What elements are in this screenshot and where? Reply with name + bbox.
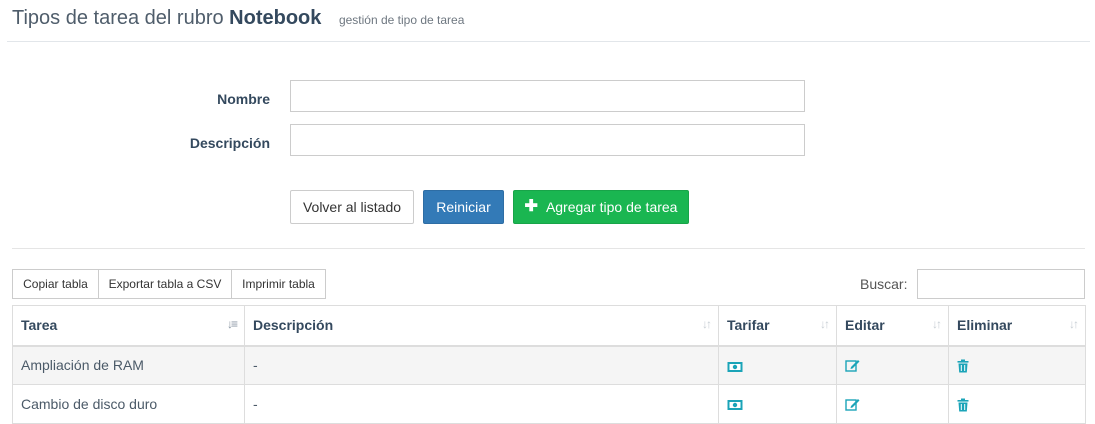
print-table-label: Imprimir tabla — [242, 277, 315, 291]
sort-icon: ↓↑ — [820, 317, 830, 331]
page-title-prefix: Tipos de tarea del rubro — [12, 7, 224, 29]
table-row: Cambio de disco duro - — [12, 384, 1086, 424]
tipos-tarea-table: Tarea ↓≡ Descripción ↓↑ Tarifar ↓↑ Edita… — [12, 305, 1086, 424]
reiniciar-label: Reiniciar — [436, 199, 491, 215]
section-divider — [12, 248, 1085, 249]
sort-asc-icon: ↓≡ — [226, 317, 238, 331]
column-header-tarea[interactable]: Tarea ↓≡ — [12, 305, 245, 347]
column-label: Tarea — [21, 317, 58, 334]
column-header-editar[interactable]: Editar ↓↑ — [836, 305, 949, 347]
cell-editar — [836, 384, 949, 424]
sort-icon: ↓↑ — [702, 317, 712, 331]
descripcion-label: Descripción — [189, 135, 270, 151]
export-csv-label: Exportar tabla a CSV — [108, 277, 222, 291]
cell-tarea: Cambio de disco duro — [12, 384, 245, 424]
reiniciar-button[interactable]: Reiniciar — [423, 190, 504, 224]
search-label: Buscar: — [860, 276, 908, 292]
search-input[interactable] — [917, 269, 1085, 299]
cell-eliminar — [948, 384, 1086, 424]
cell-descripcion: - — [244, 345, 719, 385]
volver-al-listado-button[interactable]: Volver al listado — [290, 190, 414, 224]
export-csv-button[interactable]: Exportar tabla a CSV — [98, 269, 232, 299]
nombre-input[interactable] — [290, 80, 805, 112]
plus-icon: ✚ — [524, 198, 538, 215]
trash-icon[interactable] — [957, 398, 969, 412]
agregar-tipo-tarea-button[interactable]: ✚ Agregar tipo de tarea — [513, 190, 689, 224]
cell-tarifar — [718, 345, 837, 385]
page-subtitle: gestión de tipo de tarea — [338, 13, 465, 27]
column-label: Descripción — [253, 317, 334, 334]
print-table-button[interactable]: Imprimir tabla — [231, 269, 326, 299]
money-icon[interactable] — [727, 399, 743, 411]
sort-icon: ↓↑ — [932, 317, 942, 331]
table-header-row: Tarea ↓≡ Descripción ↓↑ Tarifar ↓↑ Edita… — [12, 305, 1086, 347]
copy-table-button[interactable]: Copiar tabla — [12, 269, 99, 299]
page-header: Tipos de tarea del rubro Notebook gestió… — [7, 0, 1090, 42]
volver-label: Volver al listado — [302, 199, 402, 215]
column-header-eliminar[interactable]: Eliminar ↓↑ — [948, 305, 1086, 347]
edit-icon[interactable] — [845, 359, 860, 373]
nombre-label: Nombre — [217, 91, 270, 107]
page-title: Tipos de tarea del rubro Notebook gestió… — [12, 7, 464, 30]
cell-tarifar — [718, 384, 837, 424]
copy-table-label: Copiar tabla — [23, 277, 88, 291]
trash-icon[interactable] — [957, 359, 969, 373]
page-title-rubro: Notebook — [229, 7, 322, 29]
descripcion-input[interactable] — [290, 124, 805, 156]
table-row: Ampliación de RAM - — [12, 345, 1086, 385]
column-label: Eliminar — [957, 317, 1013, 334]
column-header-tarifar[interactable]: Tarifar ↓↑ — [718, 305, 837, 347]
column-label: Tarifar — [727, 317, 770, 334]
cell-descripcion: - — [244, 384, 719, 424]
cell-tarea: Ampliación de RAM — [12, 345, 245, 385]
column-header-descripcion[interactable]: Descripción ↓↑ — [244, 305, 719, 347]
sort-icon: ↓↑ — [1069, 317, 1079, 331]
edit-icon[interactable] — [845, 398, 860, 412]
cell-eliminar — [948, 345, 1086, 385]
column-label: Editar — [845, 317, 885, 334]
money-icon[interactable] — [727, 361, 743, 373]
cell-editar — [836, 345, 949, 385]
agregar-label: Agregar tipo de tarea — [545, 199, 678, 215]
